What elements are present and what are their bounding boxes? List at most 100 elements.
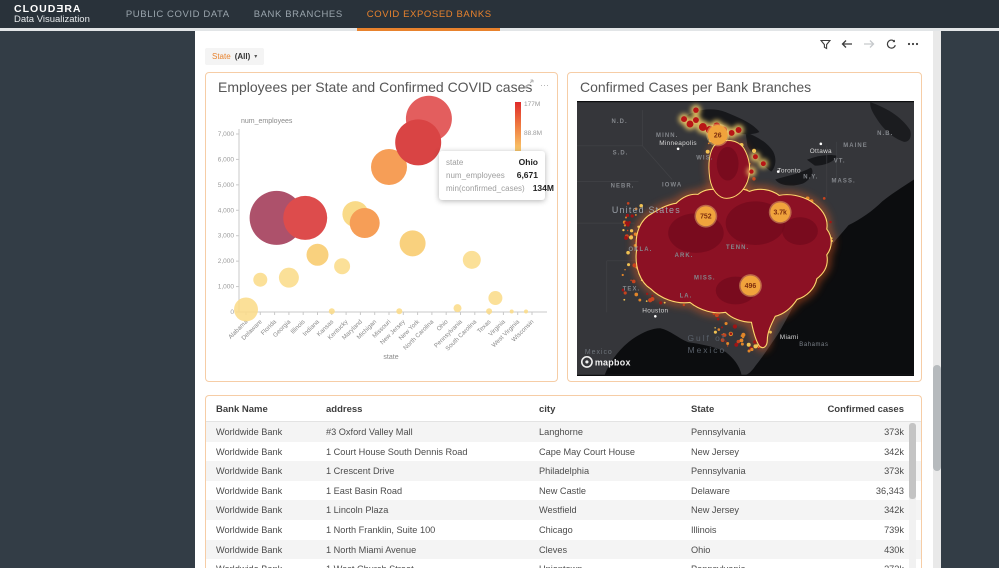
map-label: Toronto bbox=[777, 168, 801, 175]
table-cell: New Jersey bbox=[691, 447, 739, 457]
table-cell: Pennsylvania bbox=[691, 564, 746, 568]
app-root: CLOUDƎRA Data Visualization PUBLIC COVID… bbox=[0, 0, 999, 568]
more-options-icon[interactable]: ⋯ bbox=[540, 80, 549, 90]
bubble-georgia[interactable] bbox=[279, 268, 299, 288]
table-row[interactable]: Worldwide Bank1 Lincoln PlazaWestfieldNe… bbox=[206, 500, 921, 520]
table-cell: Worldwide Bank bbox=[216, 564, 282, 568]
cluster-badge-496[interactable]: 496 bbox=[739, 274, 762, 297]
cluster-badge-752[interactable]: 752 bbox=[694, 205, 717, 228]
table-scrollbar[interactable] bbox=[909, 423, 916, 568]
filter-value: (All) bbox=[235, 52, 251, 61]
tooltip-row: num_employees6,671 bbox=[446, 169, 538, 182]
table-row[interactable]: Worldwide Bank1 North Miami AvenueCleves… bbox=[206, 540, 921, 560]
table-cell: Illinois bbox=[691, 525, 717, 535]
svg-text:state: state bbox=[383, 354, 398, 361]
svg-text:5,000: 5,000 bbox=[218, 182, 235, 189]
page-scrollbar-thumb[interactable] bbox=[933, 365, 941, 471]
tab-public-covid-data[interactable]: PUBLIC COVID DATA bbox=[122, 9, 234, 20]
cluster-badge-3.7k[interactable]: 3.7k bbox=[769, 201, 792, 224]
table-cell: Westfield bbox=[539, 505, 577, 515]
table-cell: Chicago bbox=[539, 525, 573, 535]
map-label: NEBR. bbox=[611, 183, 635, 189]
dashboard-tabs: PUBLIC COVID DATA BANK BRANCHES COVID EXPO… bbox=[122, 0, 512, 28]
table-row[interactable]: Worldwide Bank1 West Church StreetUniont… bbox=[206, 559, 921, 568]
covid-heatmap[interactable]: N.D.MINN.S.D.WIS.NEBR.IOWAOKLA.ARK.TENN.… bbox=[577, 101, 914, 376]
back-arrow-icon[interactable] bbox=[841, 38, 853, 50]
tab-bank-branches[interactable]: BANK BRANCHES bbox=[250, 9, 347, 20]
bubble-indiana[interactable] bbox=[307, 244, 329, 266]
bubble-illinois[interactable] bbox=[283, 196, 327, 240]
bubble-chart[interactable]: 01,0002,0003,0004,0005,0006,0007,000Alab… bbox=[206, 95, 557, 381]
bubble-texas[interactable] bbox=[486, 308, 492, 314]
bubble-south-carolina[interactable] bbox=[463, 251, 481, 269]
map-chart-title: Confirmed Cases per Bank Branches bbox=[580, 79, 811, 95]
bubble-pennsylvania[interactable] bbox=[454, 304, 462, 312]
bubble-virginia[interactable] bbox=[488, 291, 502, 305]
bubble-ohio[interactable] bbox=[395, 119, 441, 165]
map-label: Minneapolis bbox=[659, 140, 697, 147]
map-label: MASS. bbox=[831, 178, 855, 184]
bank-table-card: Bank Name address city State Confirmed cases… bbox=[205, 395, 922, 568]
map-label: Mexico bbox=[688, 345, 727, 355]
refresh-icon[interactable] bbox=[885, 38, 897, 50]
top-navigation-bar: CLOUDƎRA Data Visualization PUBLIC COVID… bbox=[0, 0, 999, 28]
svg-text:496: 496 bbox=[745, 283, 757, 290]
map-label: Gulf of bbox=[688, 333, 727, 343]
map-label: TENN. bbox=[726, 245, 749, 251]
column-header-state[interactable]: State bbox=[691, 404, 714, 415]
active-tab-underline bbox=[357, 28, 500, 31]
table-cell: Worldwide Bank bbox=[216, 525, 282, 535]
bubble-new-york[interactable] bbox=[400, 230, 426, 256]
table-cell: Pennsylvania bbox=[691, 466, 746, 476]
table-cell: Pennsylvania bbox=[691, 427, 746, 437]
map-label: TEX. bbox=[623, 287, 641, 293]
table-row[interactable]: Worldwide Bank1 East Basin RoadNew Castl… bbox=[206, 481, 921, 501]
column-header-confirmed-cases[interactable]: Confirmed cases bbox=[766, 404, 904, 415]
map-label: N.B. bbox=[877, 131, 893, 137]
table-body: Worldwide Bank#3 Oxford Valley MallLangh… bbox=[206, 422, 921, 568]
brand-subtitle: Data Visualization bbox=[14, 15, 90, 25]
bubble-kentucky[interactable] bbox=[334, 258, 350, 274]
state-filter-dropdown[interactable]: State (All) ▾ bbox=[205, 48, 264, 65]
filter-icon[interactable] bbox=[819, 38, 831, 50]
column-header-city[interactable]: city bbox=[539, 404, 555, 415]
svg-text:6,000: 6,000 bbox=[218, 156, 235, 163]
map-label: MAINE bbox=[843, 143, 868, 149]
table-cell: 373k bbox=[766, 466, 904, 476]
bubble-alabama[interactable] bbox=[234, 297, 258, 321]
tab-covid-exposed-banks[interactable]: COVID EXPOSED BANKS bbox=[363, 9, 496, 20]
table-cell: 342k bbox=[766, 505, 904, 515]
cloudera-logo[interactable]: CLOUDƎRA Data Visualization bbox=[14, 4, 90, 25]
column-header-address[interactable]: address bbox=[326, 404, 362, 415]
table-row[interactable]: Worldwide Bank1 Crescent DrivePhiladelph… bbox=[206, 461, 921, 481]
column-header-bank-name[interactable]: Bank Name bbox=[216, 404, 268, 415]
table-scrollbar-thumb[interactable] bbox=[909, 423, 916, 499]
table-row[interactable]: Worldwide Bank#3 Oxford Valley MallLangh… bbox=[206, 422, 921, 442]
table-cell: Philadelphia bbox=[539, 466, 589, 476]
map-label: N.D. bbox=[611, 119, 627, 125]
bubble-west-virginia[interactable] bbox=[510, 309, 514, 313]
map-label: OKLA. bbox=[628, 247, 652, 253]
page-scrollbar[interactable] bbox=[933, 31, 941, 568]
bubble-michigan[interactable] bbox=[350, 208, 380, 238]
cluster-badge-26[interactable]: 26 bbox=[706, 124, 729, 147]
table-row[interactable]: Worldwide Bank1 Court House South Dennis… bbox=[206, 442, 921, 462]
table-cell: 1 Lincoln Plaza bbox=[326, 505, 388, 515]
table-cell: Worldwide Bank bbox=[216, 545, 282, 555]
table-cell: 36,343 bbox=[766, 486, 904, 496]
bubble-delaware[interactable] bbox=[253, 273, 267, 287]
more-icon[interactable] bbox=[907, 38, 919, 50]
expand-icon[interactable] bbox=[524, 79, 534, 91]
map-label: ARK. bbox=[675, 253, 694, 259]
table-cell: 373k bbox=[766, 564, 904, 568]
bubble-new-jersey[interactable] bbox=[396, 308, 402, 314]
table-cell: Worldwide Bank bbox=[216, 466, 282, 476]
table-row[interactable]: Worldwide Bank1 North Franklin, Suite 10… bbox=[206, 520, 921, 540]
map-label: IOWA bbox=[662, 182, 682, 188]
table-cell: New Jersey bbox=[691, 505, 739, 515]
table-cell: Cleves bbox=[539, 545, 567, 555]
map-chart-card: Confirmed Cases per Bank Branches N.D.MI… bbox=[567, 72, 922, 382]
table-cell: Ohio bbox=[691, 545, 710, 555]
bubble-wisconsin[interactable] bbox=[524, 309, 528, 313]
bubble-kansas[interactable] bbox=[329, 308, 335, 314]
